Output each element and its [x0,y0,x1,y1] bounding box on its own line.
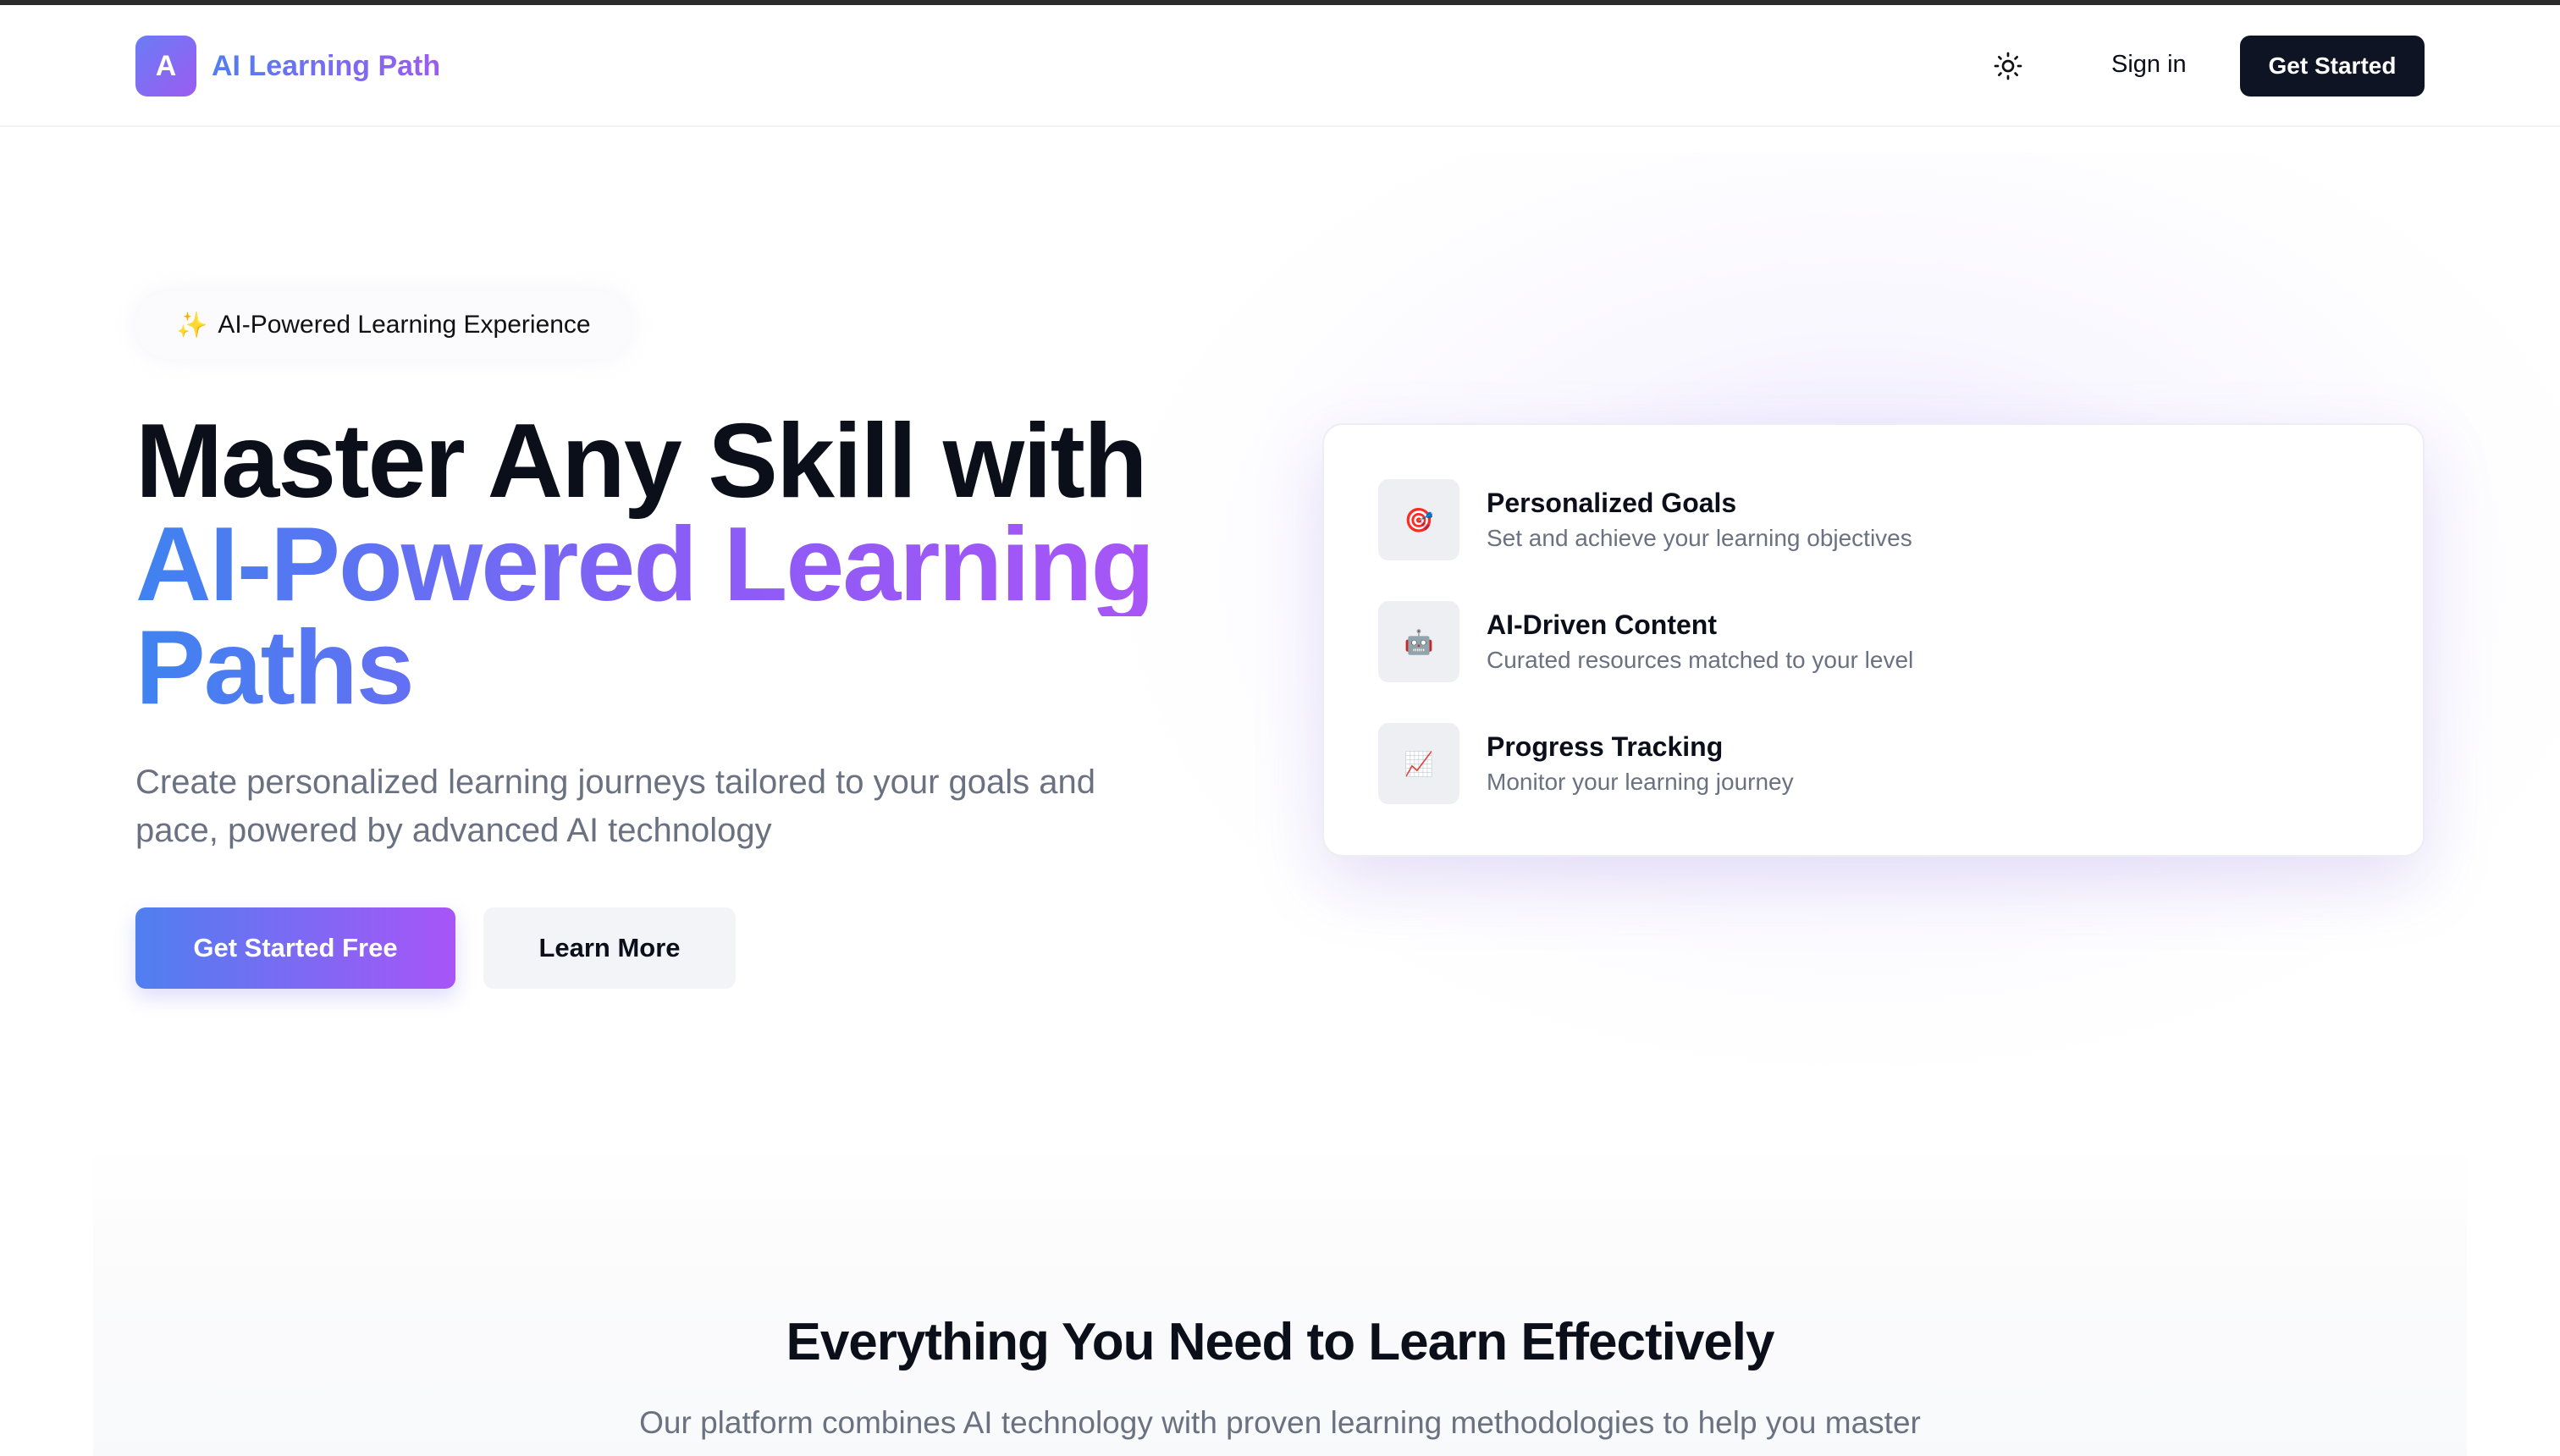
feature-item-ai-driven-content: 🤖 AI-Driven Content Curated resources ma… [1378,601,1913,682]
feature-title: Personalized Goals [1487,488,1737,518]
feature-description: Monitor your learning journey [1487,769,1794,795]
learn-more-button[interactable]: Learn More [483,907,736,989]
feature-description: Set and achieve your learning objectives [1487,525,1912,551]
features-section-subtitle: Our platform combines AI technology with… [639,1405,1921,1440]
feature-item-progress-tracking: 📈 Progress Tracking Monitor your learnin… [1378,723,1794,804]
feature-item-personalized-goals: 🎯 Personalized Goals Set and achieve you… [1378,479,1912,560]
feature-description: Curated resources matched to your level [1487,647,1914,673]
site-header: A AI Learning Path Sign in Get Started [0,5,2560,127]
features-card: 🎯 Personalized Goals Set and achieve you… [1322,423,2425,857]
brand-name: AI Learning Path [212,49,441,82]
get-started-free-button[interactable]: Get Started Free [135,907,455,989]
get-started-button[interactable]: Get Started [2240,36,2425,97]
theme-toggle-button[interactable] [1989,47,2027,85]
brand-link[interactable]: A AI Learning Path [135,36,440,97]
chart-icon: 📈 [1378,723,1459,804]
features-section-title: Everything You Need to Learn Effectively [786,1313,1774,1371]
hero-title-line3: Paths [135,615,1153,720]
hero-badge-text: AI-Powered Learning Experience [218,311,591,339]
feature-title: AI-Driven Content [1487,609,1717,640]
hero-title-line1: Master Any Skill with [135,403,1148,520]
logo-badge: A [135,36,196,97]
robot-icon: 🤖 [1378,601,1459,682]
sign-in-link[interactable]: Sign in [2111,51,2187,79]
target-icon: 🎯 [1378,479,1459,560]
sun-icon [1994,52,2022,80]
feature-title: Progress Tracking [1487,731,1724,762]
sparkles-icon: ✨ [176,311,208,339]
hero-title-line2: AI-Powered Learning [135,506,1155,623]
hero-title: Master Any Skill with AI-Powered Learnin… [135,403,1155,720]
hero-badge: ✨ AI-Powered Learning Experience [135,291,632,359]
hero-description: Create personalized learning journeys ta… [135,764,1096,849]
